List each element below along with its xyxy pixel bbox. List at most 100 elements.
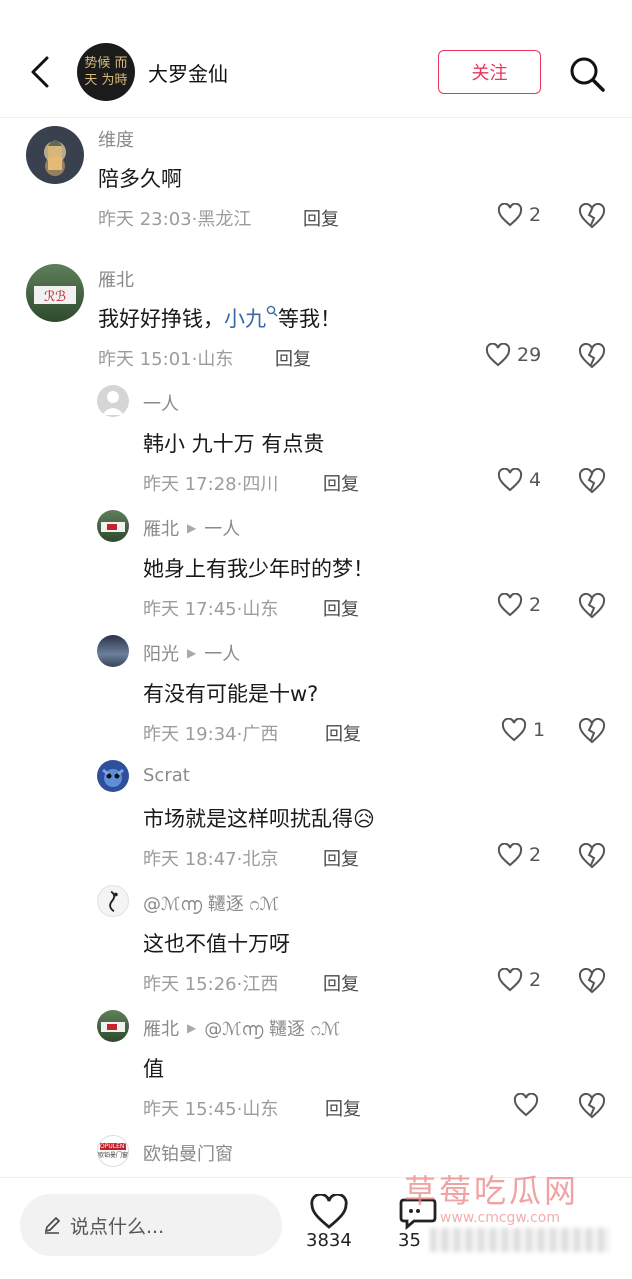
comment-text: 韩小 九十万 有点贵 [143, 432, 325, 456]
comment-item: 维度 陪多久啊 昨天 23:03·黑龙江 回复 2 [0, 118, 632, 258]
reply-arrow-icon: ▶ [187, 1021, 197, 1035]
reply-item: 雁北 ▶ 一人 她身上有我少年时的梦！ 昨天 17:45·山东 回复 2 [0, 510, 632, 635]
comment-username[interactable]: 雁北 [98, 266, 134, 292]
avatar[interactable] [97, 885, 129, 917]
heart-icon [501, 718, 527, 742]
avatar[interactable]: ℛℬ [26, 264, 84, 322]
avatar[interactable] [97, 760, 129, 792]
avatar[interactable] [97, 510, 129, 542]
reply-target[interactable]: @ℳ൬ 韆逐 ೧ℳ [204, 1015, 340, 1041]
like-total: 3834 [306, 1230, 352, 1251]
heart-icon [485, 343, 511, 367]
reply-button[interactable]: 回复 [323, 470, 359, 496]
comment-text: 值 [143, 1057, 164, 1081]
comment-username[interactable]: @ℳ൬ 韆逐 ೧ℳ [143, 890, 279, 916]
avatar[interactable] [97, 1010, 129, 1042]
broken-heart-icon[interactable] [578, 203, 606, 229]
reply-author[interactable]: 阳光 [143, 640, 179, 666]
reply-item: Scrat 市场就是这样呗扰乱得😥 昨天 18:47·北京 回复 2 [0, 760, 632, 885]
broken-heart-icon[interactable] [578, 343, 606, 369]
reply-button[interactable]: 回复 [325, 720, 361, 746]
comment-text: 这也不值十万呀 [143, 932, 290, 956]
reply-arrow-icon: ▶ [187, 521, 197, 535]
chevron-left-icon [31, 56, 49, 88]
like-button[interactable]: 2 [497, 593, 541, 617]
like-count: 29 [517, 344, 542, 366]
comment-username[interactable]: 欧铂曼门窗 [143, 1140, 233, 1166]
comment-text: 我好好挣钱，小九 等我！ [98, 303, 341, 333]
reply-author[interactable]: 雁北 [143, 515, 179, 541]
crying-emoji-icon: 😥 [353, 807, 375, 831]
comment-meta: 昨天 17:45·山东 [143, 599, 279, 620]
reply-button[interactable]: 回复 [325, 1095, 361, 1121]
broken-heart-icon[interactable] [578, 593, 606, 619]
heart-icon [497, 468, 523, 492]
reply-author[interactable]: 雁北 [143, 1015, 179, 1041]
comment-meta: 昨天 15:45·山东 [143, 1099, 279, 1120]
reply-button[interactable]: 回复 [323, 595, 359, 621]
broken-heart-icon[interactable] [578, 468, 606, 494]
reply-button[interactable]: 回复 [323, 845, 359, 871]
like-button[interactable]: 2 [497, 843, 541, 867]
comment-meta: 昨天 17:28·四川 [143, 474, 279, 495]
reply-button[interactable]: 回复 [275, 345, 311, 371]
search-mini-icon [266, 305, 278, 317]
comment-text-part: 市场就是这样呗扰乱得 [143, 807, 353, 831]
broken-heart-icon[interactable] [578, 1093, 606, 1119]
like-button[interactable]: 1 [501, 718, 545, 742]
heart-icon [497, 968, 523, 992]
reply-target[interactable]: 一人 [204, 515, 240, 541]
comment-username[interactable]: Scrat [143, 765, 190, 786]
broken-heart-icon[interactable] [578, 968, 606, 994]
author-name[interactable]: 大罗金仙 [148, 58, 228, 87]
avatar-label: 欧铂曼门窗 [98, 1152, 129, 1159]
follow-button[interactable]: 关注 [438, 50, 541, 94]
avatar[interactable]: OPULENT 欧铂曼门窗 [97, 1135, 129, 1167]
like-button[interactable]: 2 [497, 968, 541, 992]
like-button[interactable]: 4 [497, 468, 541, 492]
comment-username[interactable]: 雁北 ▶ @ℳ൬ 韆逐 ೧ℳ [143, 1015, 340, 1041]
like-count: 2 [529, 594, 542, 616]
avatar[interactable] [97, 385, 129, 417]
reply-item: 一人 韩小 九十万 有点贵 昨天 17:28·四川 回复 4 [0, 385, 632, 510]
like-count: 4 [529, 469, 542, 491]
comment-text: 陪多久啊 [98, 167, 182, 191]
author-avatar[interactable]: 势候 而天 为時 [77, 43, 135, 101]
broken-heart-icon[interactable] [578, 843, 606, 869]
like-button[interactable]: 2 [497, 203, 541, 227]
like-button[interactable]: 29 [485, 343, 541, 367]
avatar[interactable] [97, 635, 129, 667]
comment-text: 有没有可能是十w? [143, 682, 319, 706]
watermark-url: www.cmcgw.com [440, 1210, 560, 1226]
like-total-button[interactable]: 3834 [306, 1194, 352, 1251]
heart-icon [497, 593, 523, 617]
reply-button[interactable]: 回复 [323, 970, 359, 996]
reply-target[interactable]: 一人 [204, 640, 240, 666]
mention-link[interactable]: 小九 [224, 307, 266, 331]
watermark: 草莓吃瓜网 www.cmcgw.com [400, 1166, 632, 1279]
comment-text: 她身上有我少年时的梦！ [143, 557, 374, 581]
avatar[interactable] [26, 126, 84, 184]
reply-button[interactable]: 回复 [303, 205, 339, 231]
reply-arrow-icon: ▶ [187, 646, 197, 660]
comment-meta: 昨天 23:03·黑龙江 [98, 209, 252, 230]
comment-username[interactable]: 一人 [143, 390, 179, 416]
back-button[interactable] [22, 50, 58, 94]
search-icon[interactable] [568, 55, 606, 93]
top-bar: 势候 而天 为時 大罗金仙 关注 [0, 0, 632, 118]
reply-item: 阳光 ▶ 一人 有没有可能是十w? 昨天 19:34·广西 回复 1 [0, 635, 632, 760]
comment-username[interactable]: 雁北 ▶ 一人 [143, 515, 240, 541]
heart-icon [513, 1093, 539, 1117]
comment-input[interactable]: 说点什么... [20, 1194, 282, 1256]
comment-text-part: 等我！ [278, 307, 341, 331]
comment-meta: 昨天 19:34·广西 [143, 724, 279, 745]
heart-icon [497, 843, 523, 867]
comment-username[interactable]: 阳光 ▶ 一人 [143, 640, 240, 666]
broken-heart-icon[interactable] [578, 718, 606, 744]
pencil-icon [44, 1216, 61, 1234]
like-button[interactable] [513, 1093, 545, 1117]
svg-text:ℛℬ: ℛℬ [44, 289, 66, 305]
comment-username[interactable]: 维度 [98, 126, 134, 152]
heart-icon [310, 1194, 348, 1229]
comment-meta: 昨天 15:26·江西 [143, 974, 279, 995]
